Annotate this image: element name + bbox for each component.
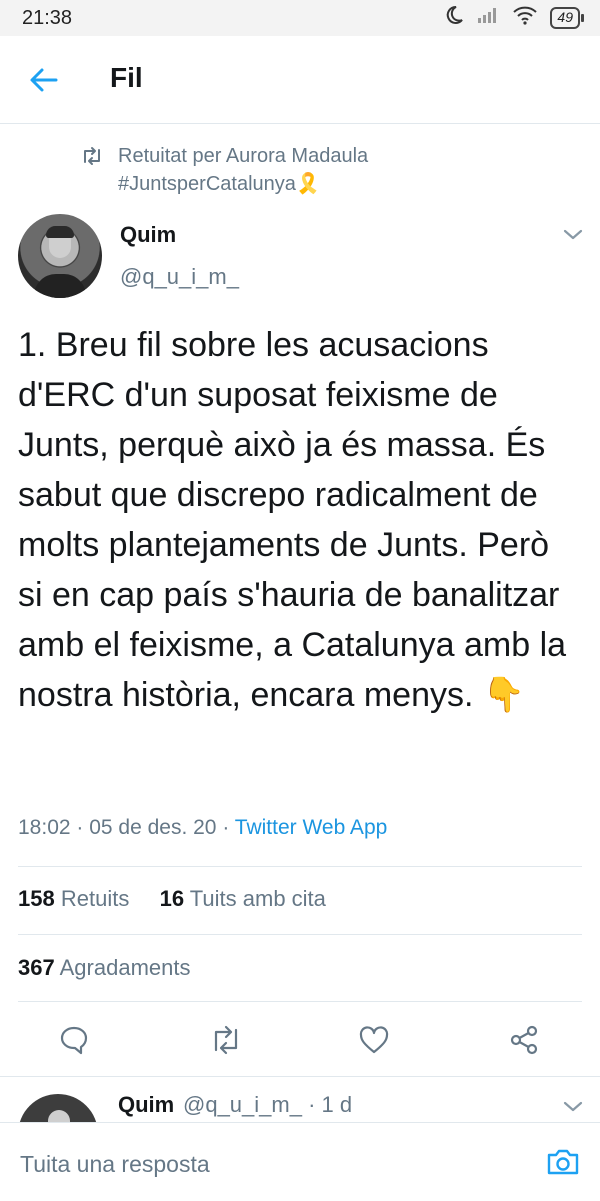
reply-chevron-down-icon[interactable] [562, 1098, 584, 1114]
status-bar: 21:38 49 [0, 0, 600, 36]
author-handle[interactable]: @q_u_i_m_ [120, 264, 239, 290]
divider [18, 1001, 582, 1002]
share-icon[interactable] [502, 1018, 546, 1062]
tweet-actions [0, 1018, 600, 1062]
retweets-label: Retuits [60, 886, 130, 911]
reply-author-meta: @q_u_i_m_ · 1 d [183, 1092, 353, 1117]
reply-icon[interactable] [52, 1018, 96, 1062]
status-icons: 49 [444, 5, 584, 31]
reply-composer[interactable]: Tuita una resposta [0, 1122, 600, 1201]
author-name[interactable]: Quim [120, 222, 176, 248]
back-arrow-icon[interactable] [26, 64, 62, 96]
quotes-label: Tuits amb cita [189, 886, 326, 911]
likes-count: 367 [18, 955, 55, 980]
ribbon-emoji: 🎗️ [295, 173, 321, 195]
battery-indicator: 49 [550, 7, 584, 29]
author-avatar[interactable] [18, 214, 102, 298]
page-title: Fil [110, 62, 143, 93]
signal-icon [476, 6, 500, 30]
tweet-meta: 18:02 · 05 de des. 20 · Twitter Web App [18, 816, 387, 840]
retweeter-hashtag: #JuntsperCatalunya🎗️ [118, 173, 321, 195]
retweet-action-icon[interactable] [204, 1018, 248, 1062]
section-separator [0, 1076, 600, 1077]
tweet-source-link[interactable]: Twitter Web App [235, 816, 388, 839]
moon-icon [444, 5, 464, 31]
tweet-timestamp: 18:02 · 05 de des. 20 · [18, 816, 235, 839]
retweet-context[interactable]: Retuitat per Aurora Madaula #JuntsperCat… [80, 142, 368, 198]
retweet-quote-counts[interactable]: 158 Retuits 16 Tuits amb cita [18, 886, 326, 912]
wifi-icon [512, 5, 538, 31]
reply-author-name[interactable]: Quim [118, 1092, 174, 1118]
like-icon[interactable] [352, 1018, 396, 1062]
likes-label: Agradaments [59, 955, 191, 980]
reply-input-placeholder[interactable]: Tuita una resposta [20, 1151, 210, 1178]
divider [18, 934, 582, 935]
retweets-count: 158 [18, 886, 55, 911]
retweeted-by-text: Retuitat per Aurora Madaula [118, 145, 369, 167]
top-bar: Fil [0, 36, 600, 124]
likes-counts[interactable]: 367 Agradaments [18, 955, 190, 981]
status-time: 21:38 [22, 6, 73, 29]
divider [18, 866, 582, 867]
retweet-icon [80, 146, 104, 166]
chevron-down-icon[interactable] [562, 226, 584, 242]
tweet-text: 1. Breu fil sobre les acusacions d'ERC d… [18, 326, 567, 714]
camera-icon[interactable] [545, 1145, 581, 1179]
quotes-count: 16 [159, 886, 185, 911]
